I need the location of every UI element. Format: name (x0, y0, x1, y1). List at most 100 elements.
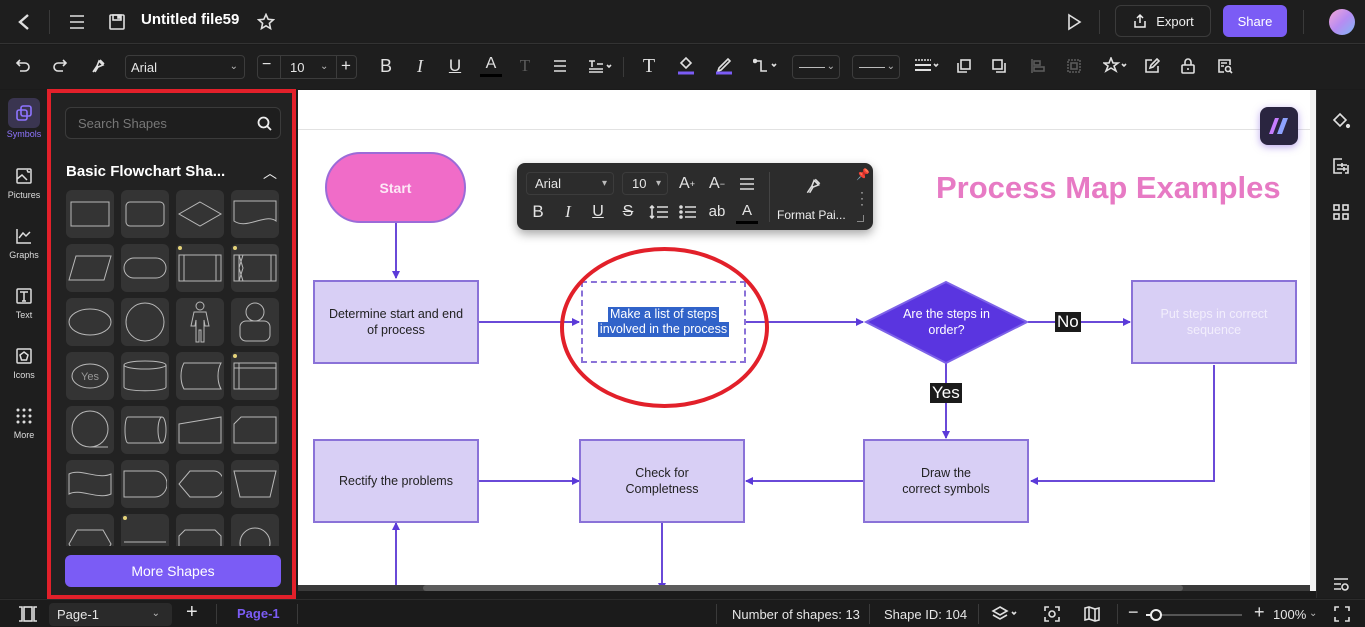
float-size-select[interactable]: 10 ▾ (622, 172, 668, 195)
grid-view-icon[interactable] (1329, 200, 1353, 224)
shape-data[interactable] (66, 244, 114, 292)
horizontal-scrollbar[interactable] (298, 585, 1310, 591)
float-format-painter-icon[interactable] (801, 175, 825, 197)
node-rectify[interactable]: Rectify the problems (313, 439, 479, 523)
resize-handle-icon[interactable] (857, 215, 864, 222)
shape-decision[interactable] (176, 190, 224, 238)
node-check[interactable]: Check for Completness (579, 439, 745, 523)
node-start[interactable]: Start (325, 152, 466, 223)
text-spacing-icon[interactable] (584, 55, 616, 77)
search-shapes-input[interactable]: Search Shapes (65, 107, 281, 139)
fill-color-icon[interactable] (675, 53, 697, 77)
italic-icon[interactable]: I (409, 55, 431, 77)
star-icon[interactable] (254, 10, 278, 34)
layers-icon[interactable] (990, 604, 1022, 624)
font-color-icon[interactable]: A (480, 53, 502, 77)
shape-cylinder[interactable] (121, 352, 169, 400)
float-bold-icon[interactable]: B (527, 201, 549, 223)
nav-icons[interactable]: Icons (2, 342, 46, 380)
map-icon[interactable] (1081, 604, 1103, 624)
text-tool-icon[interactable]: T (638, 55, 660, 77)
shape-loop-limit[interactable] (176, 514, 224, 546)
shape-off-page[interactable] (231, 514, 279, 546)
pin-icon[interactable]: 📌 (856, 168, 870, 181)
float-align-icon[interactable] (736, 173, 758, 195)
add-page-button[interactable]: + (186, 601, 198, 624)
nav-more[interactable]: More (2, 402, 46, 440)
back-icon[interactable] (12, 10, 36, 34)
collapse-chevron-icon[interactable]: ︿ (263, 163, 277, 183)
fullscreen-icon[interactable] (1331, 604, 1353, 624)
more-shapes-button[interactable]: More Shapes (65, 555, 281, 587)
node-determine[interactable]: Determine start and end of process (313, 280, 479, 364)
magic-icon[interactable] (1102, 55, 1132, 77)
nav-pictures[interactable]: Pictures (2, 162, 46, 200)
avatar[interactable] (1329, 9, 1355, 35)
line-weight-dropdown[interactable]: ⌄ (852, 55, 900, 79)
shape-circle[interactable] (121, 298, 169, 346)
shape-ellipse[interactable] (66, 298, 114, 346)
play-icon[interactable] (1062, 10, 1086, 34)
shape-manual-input[interactable] (176, 406, 224, 454)
shape-preparation[interactable] (66, 514, 114, 546)
edit-icon[interactable] (1141, 55, 1163, 77)
shape-actor[interactable] (176, 298, 224, 346)
shape-process[interactable] (66, 190, 114, 238)
shape-document[interactable] (231, 190, 279, 238)
shape-divided-box[interactable] (121, 514, 169, 546)
connector-icon[interactable] (752, 55, 782, 77)
fill-style-icon[interactable] (1329, 108, 1353, 132)
file-title[interactable]: Untitled file59 (141, 11, 239, 28)
shape-stored-data-2[interactable] (176, 352, 224, 400)
find-replace-icon[interactable] (1214, 55, 1236, 77)
strikethrough-icon[interactable]: S (617, 201, 639, 223)
shape-manual-operation[interactable] (231, 460, 279, 508)
bullet-list-icon[interactable] (677, 201, 699, 223)
share-button[interactable]: Share (1223, 5, 1287, 37)
save-icon[interactable] (105, 10, 129, 34)
bring-front-icon[interactable] (953, 55, 975, 77)
page-tab-active[interactable]: Page-1 (237, 606, 280, 621)
more-options-icon[interactable]: · · · (860, 186, 864, 210)
nav-graphs[interactable]: Graphs (2, 222, 46, 260)
node-put-steps[interactable]: Put steps in correct sequence (1131, 280, 1297, 364)
node-draw[interactable]: Draw the correct symbols (863, 439, 1029, 523)
nav-text[interactable]: Text (2, 282, 46, 320)
shape-display[interactable] (176, 460, 224, 508)
section-title[interactable]: Basic Flowchart Sha... (66, 163, 225, 180)
format-painter-icon[interactable] (87, 55, 109, 77)
float-font-color-icon[interactable]: A (736, 200, 758, 224)
line-spacing-icon[interactable] (647, 201, 671, 223)
line-color-icon[interactable] (713, 53, 735, 77)
float-italic-icon[interactable]: I (557, 201, 579, 223)
lock-icon[interactable] (1177, 55, 1199, 77)
bold-icon[interactable]: B (375, 55, 397, 77)
shape-yes-ellipse[interactable]: Yes (66, 352, 114, 400)
shape-terminator[interactable] (121, 244, 169, 292)
align-icon[interactable] (549, 55, 571, 77)
page-select[interactable]: Page-1 ⌄ (49, 603, 172, 626)
shape-internal-storage[interactable] (231, 352, 279, 400)
zoom-in-button[interactable]: + (1254, 602, 1265, 623)
shape-punched-tape[interactable] (66, 460, 114, 508)
zoom-out-button[interactable]: − (1128, 602, 1139, 623)
font-size-stepper[interactable]: − 10 ⌄ + (257, 55, 357, 79)
line-style-dropdown[interactable]: ⌄ (792, 55, 840, 79)
zoom-slider[interactable] (1146, 609, 1242, 621)
shape-user[interactable] (231, 298, 279, 346)
shape-card[interactable] (231, 406, 279, 454)
redo-icon[interactable] (49, 55, 71, 77)
settings-list-icon[interactable] (1329, 575, 1353, 595)
export-button[interactable]: Export (1115, 5, 1211, 37)
font-family-select[interactable]: Arial ⌄ (125, 55, 245, 79)
send-back-icon[interactable] (988, 55, 1010, 77)
undo-icon[interactable] (12, 55, 34, 77)
decrease-size-button[interactable]: − (262, 56, 271, 74)
focus-icon[interactable] (1041, 604, 1063, 624)
shape-delay[interactable] (121, 460, 169, 508)
search-icon[interactable] (257, 116, 272, 131)
increase-size-button[interactable]: + (341, 56, 351, 76)
underline-icon[interactable]: U (444, 55, 466, 77)
nav-symbols[interactable]: Symbols (2, 98, 46, 139)
shape-predefined-process[interactable] (176, 244, 224, 292)
